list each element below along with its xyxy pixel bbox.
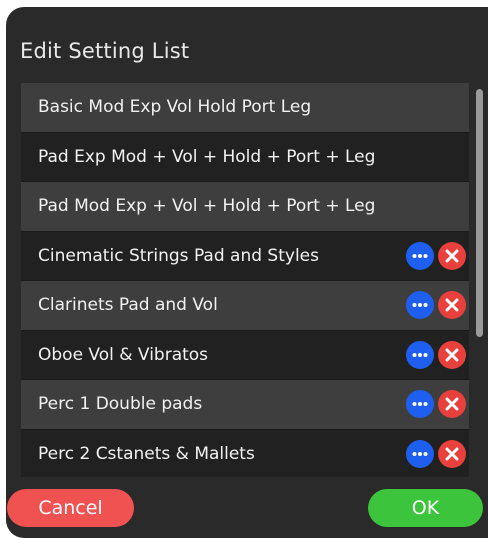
list-item-label: Basic Mod Exp Vol Hold Port Leg — [38, 97, 312, 118]
list-item[interactable]: Clarinets Pad and Vol — [21, 281, 469, 331]
ok-button[interactable]: OK — [368, 489, 483, 527]
list-item[interactable]: Oboe Vol & Vibratos — [21, 330, 469, 380]
close-icon — [445, 249, 459, 263]
ellipsis-icon — [412, 451, 428, 456]
list-item-label: Oboe Vol & Vibratos — [38, 344, 209, 365]
delete-button[interactable] — [438, 340, 466, 369]
list-item[interactable]: Pad Mod Exp + Vol + Hold + Port + Leg — [21, 182, 469, 232]
list-item-label: Perc 2 Cstanets & Mallets — [38, 443, 255, 464]
list-item-label: Cinematic Strings Pad and Styles — [38, 245, 319, 266]
list-scrollbar[interactable] — [476, 89, 483, 337]
list-item-label: Clarinets Pad and Vol — [38, 295, 218, 316]
edit-setting-list-dialog: Edit Setting List Basic Mod Exp Vol Hold… — [6, 7, 488, 538]
list-item-label: Perc 1 Double pads — [38, 394, 203, 415]
close-icon — [445, 447, 459, 461]
delete-button[interactable] — [438, 291, 466, 320]
close-icon — [445, 348, 459, 362]
more-options-button[interactable] — [406, 340, 434, 369]
more-options-button[interactable] — [406, 439, 434, 468]
list-item-label: Pad Exp Mod + Vol + Hold + Port + Leg — [38, 146, 376, 167]
more-options-button[interactable] — [406, 390, 434, 419]
row-actions — [406, 439, 466, 468]
row-actions — [406, 291, 466, 320]
dialog-title: Edit Setting List — [20, 39, 190, 63]
close-icon — [445, 397, 459, 411]
setting-list[interactable]: Basic Mod Exp Vol Hold Port Leg Pad Exp … — [21, 83, 469, 477]
delete-button[interactable] — [438, 439, 466, 468]
delete-button[interactable] — [438, 390, 466, 419]
list-item[interactable]: Pad Exp Mod + Vol + Hold + Port + Leg — [21, 132, 469, 182]
ellipsis-icon — [412, 253, 428, 258]
list-item[interactable]: Perc 1 Double pads — [21, 380, 469, 430]
list-item[interactable]: Basic Mod Exp Vol Hold Port Leg — [21, 83, 469, 133]
cancel-button[interactable]: Cancel — [7, 489, 134, 527]
ellipsis-icon — [412, 352, 428, 357]
list-item[interactable]: Cinematic Strings Pad and Styles — [21, 231, 469, 281]
row-actions — [406, 241, 466, 270]
more-options-button[interactable] — [406, 241, 434, 270]
list-item[interactable]: Perc 2 Cstanets & Mallets — [21, 429, 469, 477]
more-options-button[interactable] — [406, 291, 434, 320]
ellipsis-icon — [412, 402, 428, 407]
close-icon — [445, 298, 459, 312]
list-item-label: Pad Mod Exp + Vol + Hold + Port + Leg — [38, 196, 376, 217]
ellipsis-icon — [412, 303, 428, 308]
delete-button[interactable] — [438, 241, 466, 270]
row-actions — [406, 390, 466, 419]
row-actions — [406, 340, 466, 369]
